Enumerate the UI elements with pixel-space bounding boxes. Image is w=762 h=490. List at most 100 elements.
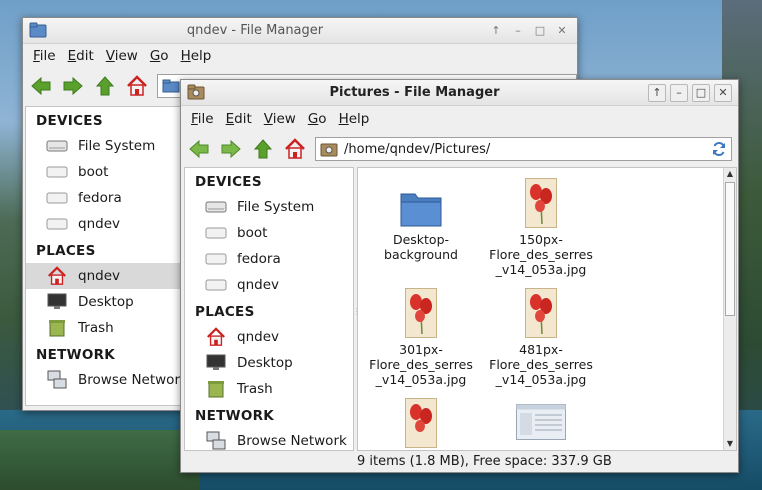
close-button[interactable]: ✕ (553, 22, 571, 40)
back-arrow-icon[interactable] (29, 74, 53, 98)
flower-thumbnail-icon (405, 398, 437, 448)
sidebar-item-file-system[interactable]: File System (185, 194, 353, 220)
sidebar-item-qndev-drive[interactable]: qndev (185, 272, 353, 298)
home-icon[interactable] (283, 137, 307, 161)
up-arrow-icon[interactable] (251, 137, 275, 161)
pictures-file-manager-window[interactable]: Pictures - File Manager ↑ – □ ✕ File Edi… (180, 79, 739, 473)
minimize-button[interactable]: – (670, 83, 688, 102)
back-arrow-icon[interactable] (187, 137, 211, 161)
sidebar-item-label: qndev (78, 268, 120, 284)
sidebar-item-label: boot (237, 225, 268, 241)
sidebar-item-qndev-home[interactable]: qndev (26, 263, 183, 289)
menu-edit[interactable]: Edit (62, 48, 100, 64)
sidebar-item-browse-network[interactable]: Browse Network (26, 367, 188, 393)
sidebar-item-qndev-drive[interactable]: qndev (26, 211, 183, 237)
toolbar: /home/qndev/Pictures/ (181, 131, 738, 167)
file-item-481px-flore[interactable]: 481px- Flore_des_serres _v14_053a.jpg (482, 286, 600, 387)
file-icon-view[interactable]: Desktop- background 150px- Flore_des_ser… (357, 167, 737, 451)
places-heading: PLACES (195, 304, 255, 320)
shade-button[interactable]: ↑ (487, 22, 505, 40)
desktop-monitor-icon (205, 353, 227, 373)
close-button[interactable]: ✕ (714, 83, 732, 102)
sidebar-item-trash[interactable]: Trash (185, 376, 353, 402)
window-title: Pictures - File Manager (329, 85, 500, 100)
sidebar-item-desktop[interactable]: Desktop (185, 350, 353, 376)
sidebar-item-label: Browse Network (78, 372, 188, 388)
reload-icon[interactable] (709, 139, 729, 159)
sidebar-item-trash[interactable]: Trash (26, 315, 183, 341)
sidebar-item-label: fedora (78, 190, 122, 206)
location-bar[interactable]: /home/qndev/Pictures/ (315, 137, 732, 161)
sidebar-item-file-system[interactable]: File System (26, 133, 183, 159)
file-item-301px-flore[interactable]: 301px- Flore_des_serres _v14_053a.jpg (362, 286, 480, 387)
menu-help[interactable]: Help (333, 111, 376, 127)
devices-heading: DEVICES (36, 113, 103, 129)
drive-icon (205, 249, 227, 269)
flower-thumbnail-icon (525, 178, 557, 228)
sidebar-item-label: Desktop (237, 355, 293, 371)
devices-heading: DEVICES (195, 174, 262, 190)
home-icon[interactable] (125, 74, 149, 98)
sidebar-item-label: qndev (78, 216, 120, 232)
home-icon (46, 266, 68, 286)
file-name: 481px- Flore_des_serres _v14_053a.jpg (489, 342, 593, 387)
minimize-button[interactable]: – (509, 22, 527, 40)
trash-icon (205, 379, 227, 399)
folder-icon (162, 79, 180, 93)
sidebar-item-boot[interactable]: boot (185, 220, 353, 246)
flower-thumbnail-icon (525, 288, 557, 338)
file-item-desktop-background[interactable]: Desktop- background (362, 176, 480, 262)
scrollbar-thumb[interactable] (725, 182, 735, 316)
file-item-flower-image[interactable] (362, 396, 480, 450)
up-arrow-icon[interactable] (93, 74, 117, 98)
menu-file[interactable]: File (27, 48, 62, 64)
sidebar-item-desktop[interactable]: Desktop (26, 289, 183, 315)
menu-view[interactable]: View (258, 111, 302, 127)
forward-arrow-icon[interactable] (219, 137, 243, 161)
drive-icon (205, 197, 227, 217)
sidebar: DEVICES File System boot fedora qndev PL… (25, 106, 188, 406)
network-icon (46, 370, 68, 390)
sidebar-item-label: File System (78, 138, 156, 154)
places-heading: PLACES (36, 243, 96, 259)
drive-icon (46, 214, 68, 234)
home-icon (205, 327, 227, 347)
file-name: Desktop- background (384, 232, 458, 262)
maximize-button[interactable]: □ (531, 22, 549, 40)
sidebar-item-fedora[interactable]: fedora (185, 246, 353, 272)
drive-icon (46, 162, 68, 182)
sidebar-item-label: File System (237, 199, 315, 215)
vertical-scrollbar[interactable]: ▲ ▼ (723, 168, 736, 450)
folder-icon (400, 193, 442, 227)
sidebar-item-qndev-home[interactable]: qndev (185, 324, 353, 350)
menu-help[interactable]: Help (175, 48, 218, 64)
sidebar-item-label: qndev (237, 277, 279, 293)
titlebar[interactable]: Pictures - File Manager ↑ – □ ✕ (181, 80, 738, 106)
scroll-down-arrow-icon[interactable]: ▼ (724, 438, 736, 450)
sidebar-item-boot[interactable]: boot (26, 159, 183, 185)
scroll-up-arrow-icon[interactable]: ▲ (724, 168, 736, 180)
status-text: 9 items (1.8 MB), Free space: 337.9 GB (357, 453, 612, 469)
menu-edit[interactable]: Edit (220, 111, 258, 127)
network-heading: NETWORK (36, 347, 116, 363)
menu-file[interactable]: File (185, 111, 220, 127)
menu-go[interactable]: Go (302, 111, 333, 127)
sidebar-item-label: Browse Network (237, 433, 347, 449)
file-item-screenshot[interactable] (482, 396, 600, 450)
drive-icon (205, 275, 227, 295)
forward-arrow-icon[interactable] (61, 74, 85, 98)
location-path[interactable]: /home/qndev/Pictures/ (344, 142, 703, 157)
menu-view[interactable]: View (100, 48, 144, 64)
sidebar-item-fedora[interactable]: fedora (26, 185, 183, 211)
trash-icon (46, 318, 68, 338)
screenshot-thumbnail-icon (516, 404, 566, 440)
menu-go[interactable]: Go (144, 48, 175, 64)
maximize-button[interactable]: □ (692, 83, 710, 102)
sidebar-item-label: boot (78, 164, 109, 180)
sidebar-item-label: Desktop (78, 294, 134, 310)
titlebar[interactable]: qndev - File Manager ↑ – □ ✕ (23, 18, 577, 44)
menubar: File Edit View Go Help (23, 44, 577, 68)
flower-thumbnail-icon (405, 288, 437, 338)
shade-button[interactable]: ↑ (648, 83, 666, 102)
file-item-150px-flore[interactable]: 150px- Flore_des_serres _v14_053a.jpg (482, 176, 600, 277)
